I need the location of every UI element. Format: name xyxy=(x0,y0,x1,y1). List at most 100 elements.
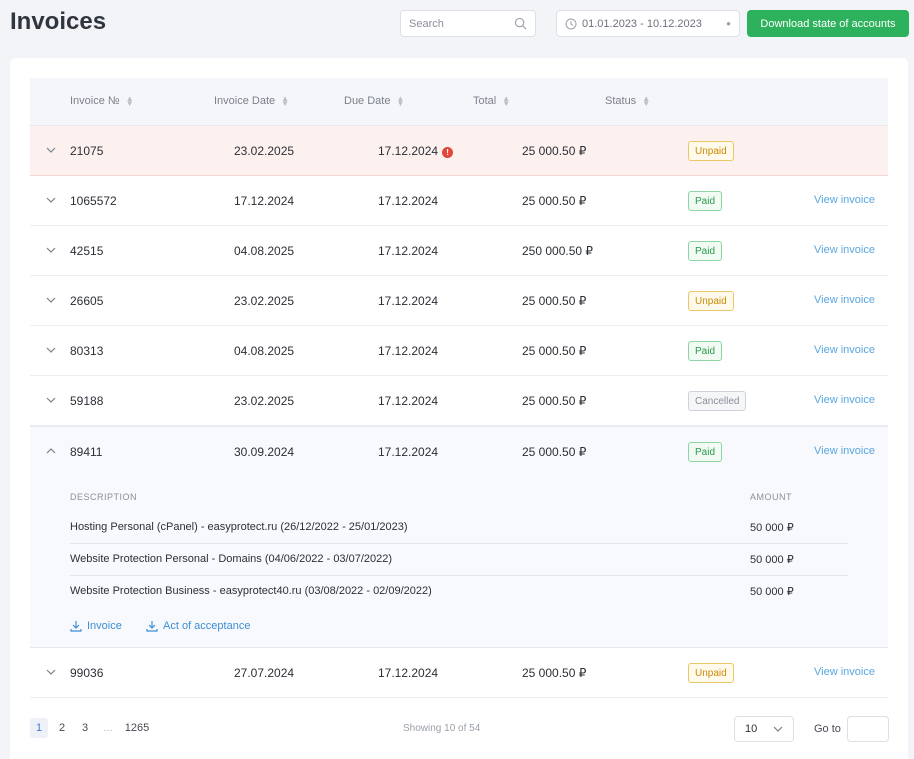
table-row[interactable]: 59188 23.02.2025 17.12.2024 25 000.50 ₽ … xyxy=(30,376,888,426)
download-icon xyxy=(146,621,158,632)
goto-label: Go to xyxy=(814,723,841,735)
page-title: Invoices xyxy=(10,8,107,35)
header-total[interactable]: Total ▲ ▼ xyxy=(473,94,511,108)
download-act-link[interactable]: Act of acceptance xyxy=(146,620,250,632)
goto-page-input[interactable] xyxy=(847,716,889,742)
status-badge: Unpaid xyxy=(688,141,734,161)
invoice-total: 25 000.50 ₽ xyxy=(522,666,587,680)
table-row[interactable]: 99036 27.07.2024 17.12.2024 25 000.50 ₽ … xyxy=(30,648,888,698)
table-row-expanded[interactable]: 89411 30.09.2024 17.12.2024 25 000.50 ₽ … xyxy=(30,426,888,476)
detail-amount: 50 000 ₽ xyxy=(750,522,794,534)
status-badge: Paid xyxy=(688,442,723,462)
table-row[interactable]: 42515 04.08.2025 17.12.2024 250 000.50 ₽… xyxy=(30,226,888,276)
download-act-label: Act of acceptance xyxy=(163,620,251,632)
invoice-number: 26605 xyxy=(70,294,104,308)
sort-icon: ▲ ▼ xyxy=(281,94,290,108)
header-label: Due Date xyxy=(344,95,391,107)
table-row[interactable]: 26605 23.02.2025 17.12.2024 25 000.50 ₽ … xyxy=(30,276,888,326)
showing-count: Showing 10 of 54 xyxy=(403,723,481,734)
due-date: 17.12.2024 xyxy=(378,244,439,258)
pagination: 1 2 3 ... 1265 xyxy=(30,718,157,738)
due-date: 17.12.2024 xyxy=(378,445,439,459)
page-ellipsis: ... xyxy=(103,722,113,734)
view-invoice-link[interactable]: View invoice xyxy=(814,666,875,678)
detail-description: Hosting Personal (cPanel) - easyprotect.… xyxy=(70,521,408,533)
download-icon xyxy=(70,621,82,632)
amount-header: AMOUNT xyxy=(750,492,792,502)
invoice-number: 42515 xyxy=(70,244,104,258)
sort-icon: ▲ ▼ xyxy=(642,94,651,108)
per-page-select[interactable]: 10 xyxy=(734,716,794,742)
header-status[interactable]: Status ▲ ▼ xyxy=(605,94,651,108)
chevron-down-icon[interactable] xyxy=(46,345,56,355)
invoice-number: 1065572 xyxy=(70,194,117,208)
page-button[interactable]: 3 xyxy=(76,718,94,738)
view-invoice-link[interactable]: View invoice xyxy=(814,194,875,206)
due-date: 17.12.2024 xyxy=(378,294,439,308)
chevron-down-icon[interactable] xyxy=(46,395,56,405)
page-button[interactable]: 1 xyxy=(30,718,48,738)
chevron-down-icon[interactable] xyxy=(46,245,56,255)
download-state-button[interactable]: Download state of accounts xyxy=(747,10,909,37)
header-label: Invoice № xyxy=(70,95,120,107)
invoice-date: 23.02.2025 xyxy=(234,144,295,158)
download-invoice-link[interactable]: Invoice xyxy=(70,620,122,632)
dropdown-dot-icon: ● xyxy=(726,19,731,28)
table-row[interactable]: 21075 23.02.2025 17.12.2024! 25 000.50 ₽… xyxy=(30,126,888,176)
page-button[interactable]: 1265 xyxy=(122,718,152,738)
sort-icon: ▲ ▼ xyxy=(502,94,511,108)
detail-amount: 50 000 ₽ xyxy=(750,586,794,598)
invoice-date: 17.12.2024 xyxy=(234,194,295,208)
invoice-total: 250 000.50 ₽ xyxy=(522,244,594,258)
header-invoice-date[interactable]: Invoice Date ▲ ▼ xyxy=(214,94,290,108)
page-button[interactable]: 2 xyxy=(53,718,71,738)
chevron-up-icon[interactable] xyxy=(46,446,56,456)
invoice-total: 25 000.50 ₽ xyxy=(522,144,587,158)
chevron-down-icon[interactable] xyxy=(46,667,56,677)
invoice-date: 30.09.2024 xyxy=(234,445,295,459)
date-range-picker[interactable]: 01.01.2023 - 10.12.2023 ● xyxy=(556,10,740,37)
due-date: 17.12.2024 xyxy=(378,344,439,358)
invoice-total: 25 000.50 ₽ xyxy=(522,344,587,358)
status-badge: Unpaid xyxy=(688,291,734,311)
due-date: 17.12.2024 xyxy=(378,194,439,208)
search-input[interactable]: Search xyxy=(400,10,536,37)
view-invoice-link[interactable]: View invoice xyxy=(814,445,875,457)
search-placeholder: Search xyxy=(409,17,444,30)
detail-line: Hosting Personal (cPanel) - easyprotect.… xyxy=(70,512,848,544)
table-row[interactable]: 80313 04.08.2025 17.12.2024 25 000.50 ₽ … xyxy=(30,326,888,376)
search-icon xyxy=(514,17,527,30)
invoice-number: 21075 xyxy=(70,144,104,158)
chevron-down-icon[interactable] xyxy=(46,145,56,155)
view-invoice-link[interactable]: View invoice xyxy=(814,244,875,256)
invoice-details-panel: DESCRIPTION AMOUNT Hosting Personal (cPa… xyxy=(30,476,888,648)
invoice-number: 80313 xyxy=(70,344,104,358)
invoice-total: 25 000.50 ₽ xyxy=(522,394,587,408)
detail-line: Website Protection Personal - Domains (0… xyxy=(70,544,848,576)
sort-icon: ▲ ▼ xyxy=(125,94,134,108)
chevron-down-icon[interactable] xyxy=(46,295,56,305)
chevron-down-icon[interactable] xyxy=(46,195,56,205)
status-badge: Paid xyxy=(688,191,723,211)
chevron-down-icon xyxy=(773,726,783,732)
invoice-number: 99036 xyxy=(70,666,104,680)
date-range-value: 01.01.2023 - 10.12.2023 xyxy=(582,17,702,30)
header-label: Status xyxy=(605,95,637,107)
table-header: Invoice № ▲ ▼ Invoice Date ▲ ▼ Due Date ▲ ▼ To… xyxy=(30,78,888,126)
table-row[interactable]: 1065572 17.12.2024 17.12.2024 25 000.50 … xyxy=(30,176,888,226)
per-page-value: 10 xyxy=(745,723,758,735)
view-invoice-link[interactable]: View invoice xyxy=(814,394,875,406)
header-label: Invoice Date xyxy=(214,95,276,107)
status-badge: Unpaid xyxy=(688,663,734,683)
invoice-number: 89411 xyxy=(70,445,103,459)
clock-icon xyxy=(565,18,577,29)
header-due-date[interactable]: Due Date ▲ ▼ xyxy=(344,94,405,108)
detail-amount: 50 000 ₽ xyxy=(750,554,794,566)
view-invoice-link[interactable]: View invoice xyxy=(814,344,875,356)
detail-line: Website Protection Business - easyprotec… xyxy=(70,576,848,608)
sort-icon: ▲ ▼ xyxy=(396,94,405,108)
detail-description: Website Protection Business - easyprotec… xyxy=(70,585,432,597)
description-header: DESCRIPTION xyxy=(70,492,138,502)
header-invoice-number[interactable]: Invoice № ▲ ▼ xyxy=(70,94,134,108)
view-invoice-link[interactable]: View invoice xyxy=(814,294,875,306)
